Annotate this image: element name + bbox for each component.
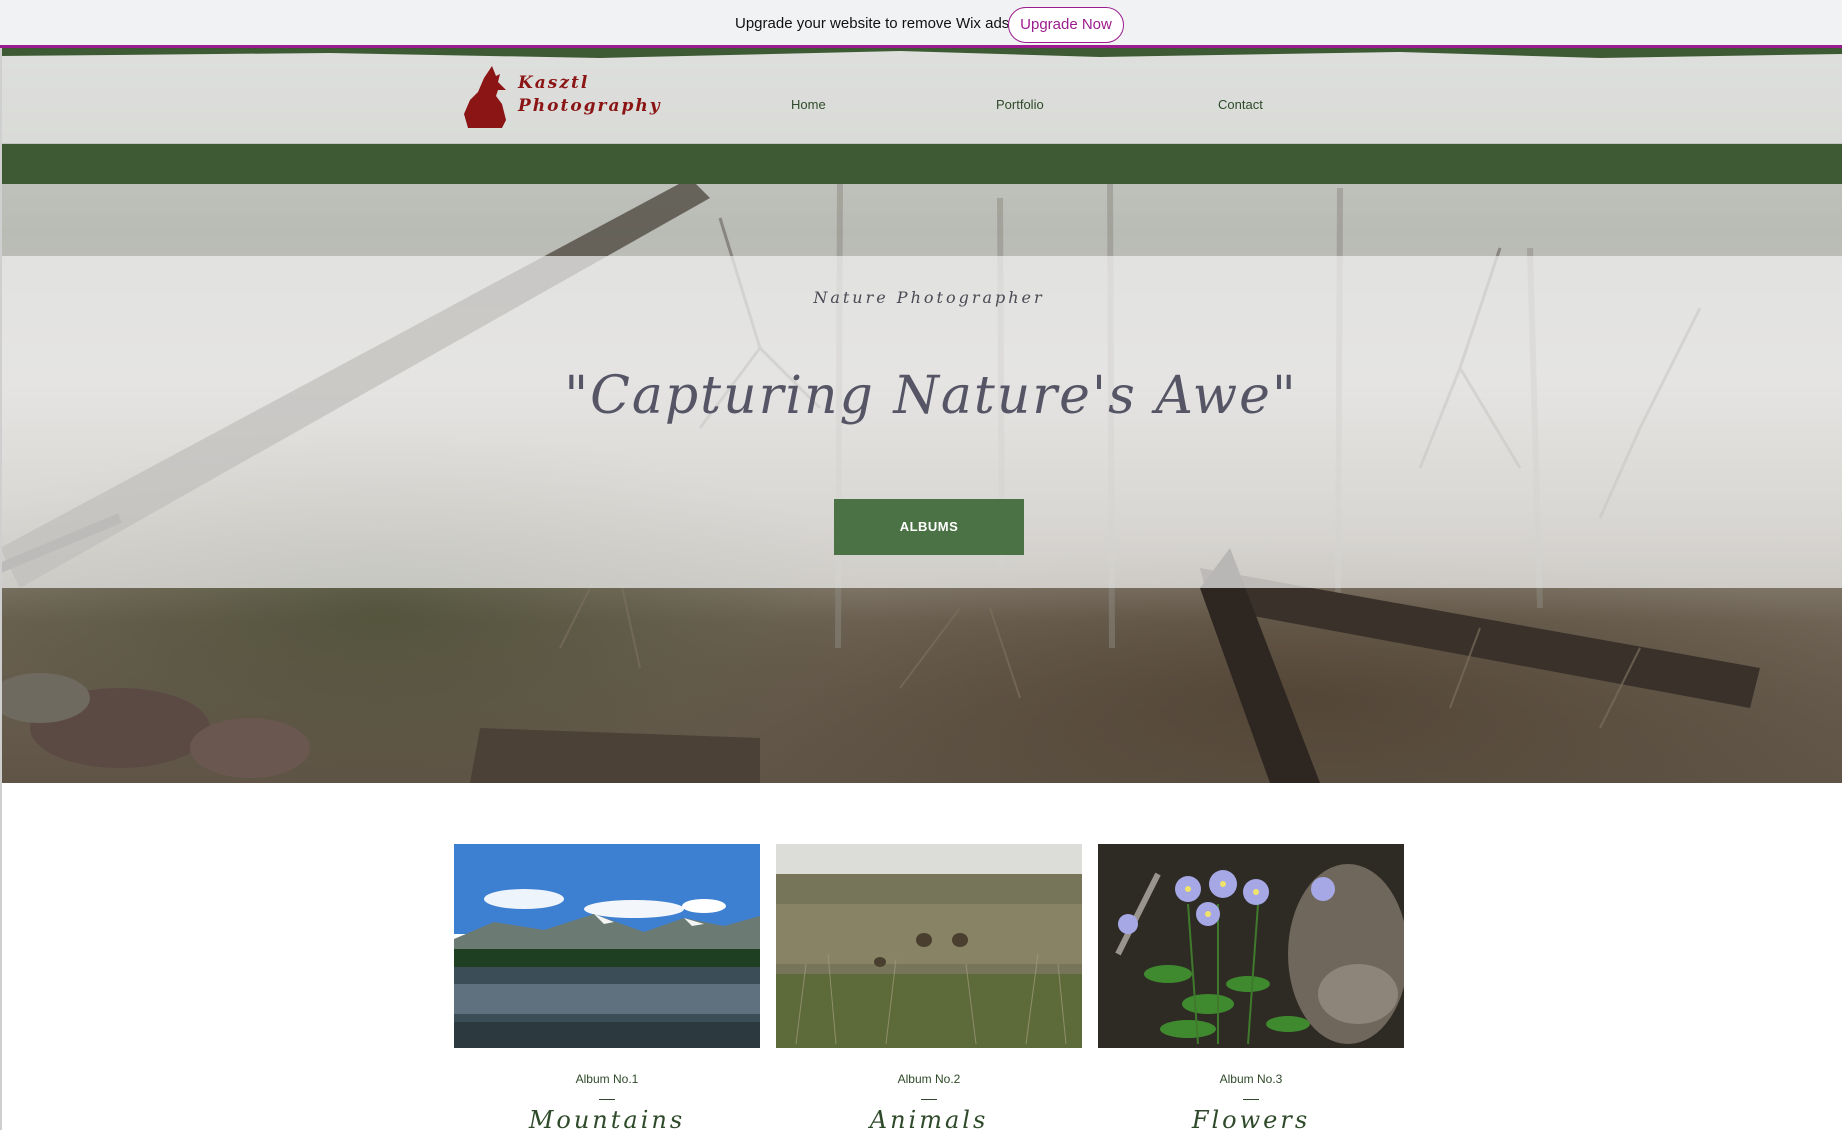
album-divider: [1243, 1099, 1259, 1100]
album-thumbnail-flowers[interactable]: [1098, 844, 1404, 1048]
album-card-flowers[interactable]: Album No.3 Flowers: [1098, 844, 1404, 1134]
logo-line-1: Kasztl: [518, 73, 590, 93]
nav-home[interactable]: Home: [791, 97, 826, 112]
wix-ad-bar: Upgrade your website to remove Wix ads U…: [0, 0, 1842, 48]
upgrade-now-button[interactable]: Upgrade Now: [1008, 7, 1124, 43]
album-thumbnail-animals[interactable]: [776, 844, 1082, 1048]
ad-message: Upgrade your website to remove Wix ads: [735, 15, 1010, 32]
nav-portfolio[interactable]: Portfolio: [996, 97, 1044, 112]
nav-contact[interactable]: Contact: [1218, 97, 1263, 112]
album-thumbnail-mountains[interactable]: [454, 844, 760, 1048]
header-bar: [0, 48, 1842, 143]
album-number: Album No.1: [575, 1072, 639, 1086]
hero-subtitle: Nature Photographer: [813, 288, 1045, 307]
album-number: Album No.2: [897, 1072, 961, 1086]
hero-headline: "Capturing Nature's Awe": [564, 366, 1298, 426]
logo-line-2: Photography: [518, 96, 662, 116]
album-divider: [921, 1099, 937, 1100]
album-card-mountains[interactable]: Album No.1 Mountains: [454, 844, 760, 1134]
green-brush-band: [0, 144, 1842, 184]
page-left-edge: [0, 48, 2, 1130]
howling-wolf-icon: [464, 66, 506, 128]
album-card-animals[interactable]: Album No.2 Animals: [776, 844, 1082, 1134]
site-logo[interactable]: Kasztl Photography: [462, 60, 660, 130]
blue-flowers-photo: [1098, 844, 1404, 1048]
brush-edge: [0, 48, 1842, 58]
deer-meadow-photo: [776, 844, 1082, 1048]
album-number: Album No.3: [1219, 1072, 1283, 1086]
album-divider: [599, 1099, 615, 1100]
mountain-lake-photo: [454, 844, 760, 1048]
albums-button[interactable]: ALBUMS: [834, 499, 1024, 555]
logo-text: Kasztl Photography: [518, 72, 662, 118]
